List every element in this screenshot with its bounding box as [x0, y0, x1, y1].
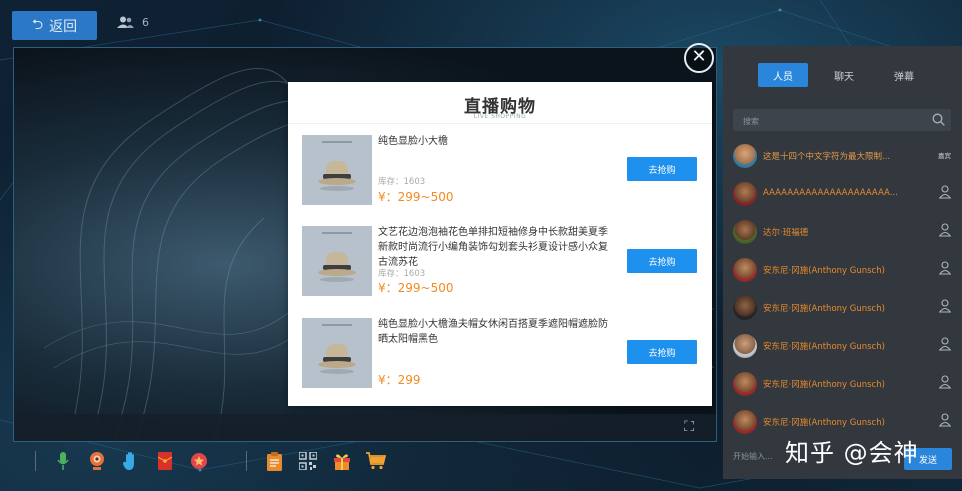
- side-panel: 人员 聊天 弹幕 这是十四个中文字符为最大限制... 嘉宾 AAAAAAAAAA…: [723, 46, 962, 479]
- product-thumbnail[interactable]: [302, 226, 372, 296]
- avatar: [733, 296, 757, 320]
- product-price: ¥：299: [378, 373, 421, 387]
- product-name: 文艺花边泡泡袖花色单排扣短袖修身中长款甜美夏季新款时尚流行小编角装饰勾划套头衫夏…: [378, 227, 608, 268]
- red-envelope-icon[interactable]: [148, 446, 182, 476]
- search-icon[interactable]: [932, 113, 945, 126]
- user-list-item[interactable]: 安东尼·冈施(Anthony Gunsch): [733, 369, 955, 399]
- user-profile-icon[interactable]: [939, 375, 951, 389]
- bottom-toolbar: [13, 444, 717, 478]
- user-profile-icon[interactable]: [939, 337, 951, 351]
- raise-hand-icon[interactable]: [114, 446, 148, 476]
- modal-subtitle: LIVE SHOPPING: [473, 113, 527, 120]
- search-box: [733, 109, 951, 133]
- cart-icon[interactable]: [359, 446, 393, 476]
- avatar: [733, 334, 757, 358]
- watermark: 知乎 @会神: [785, 439, 919, 467]
- clipboard-icon[interactable]: [257, 446, 291, 476]
- guest-badge: 嘉宾: [938, 152, 951, 160]
- qrcode-icon[interactable]: [291, 446, 325, 476]
- user-name: 这是十四个中文字符为最大限制...: [763, 152, 891, 162]
- user-list-item[interactable]: 安东尼·冈施(Anthony Gunsch): [733, 255, 955, 285]
- product-item: 纯色显脸小大檐 库存：1603 ¥：299~500 去抢购: [302, 135, 698, 205]
- tab-people[interactable]: 人员: [758, 63, 808, 87]
- avatar: [733, 144, 757, 168]
- people-icon: [117, 16, 134, 28]
- microphone-icon[interactable]: [46, 446, 80, 476]
- fullscreen-icon[interactable]: ⛶: [684, 419, 694, 435]
- viewer-count-value: 6: [142, 16, 149, 29]
- modal-divider: [288, 123, 712, 124]
- buy-button[interactable]: 去抢购: [627, 157, 697, 181]
- toolbar-divider: [35, 451, 36, 471]
- user-profile-icon[interactable]: [939, 413, 951, 427]
- product-stock: 库存：1603: [378, 177, 426, 187]
- avatar: [733, 258, 757, 282]
- reward-icon[interactable]: [182, 446, 216, 476]
- user-list-item[interactable]: 安东尼·冈施(Anthony Gunsch): [733, 331, 955, 361]
- return-arrow-icon: ⮌: [31, 16, 44, 33]
- product-name: 纯色显脸小大檐渔夫帽女休闲百搭夏季遮阳帽遮脸防晒太阳帽黑色: [378, 319, 608, 345]
- product-name: 纯色显脸小大檐: [378, 136, 448, 147]
- close-icon[interactable]: ✕: [684, 43, 714, 73]
- product-price: ¥：299~500: [378, 190, 454, 204]
- webcam-icon[interactable]: [80, 446, 114, 476]
- user-profile-icon[interactable]: [939, 261, 951, 275]
- user-list-item[interactable]: 达尔·班福德: [733, 217, 955, 247]
- avatar: [733, 182, 757, 206]
- user-name: 安东尼·冈施(Anthony Gunsch): [763, 266, 885, 276]
- product-item: 文艺花边泡泡袖花色单排扣短袖修身中长款甜美夏季新款时尚流行小编角装饰勾划套头衫夏…: [302, 226, 698, 296]
- gift-icon[interactable]: [325, 446, 359, 476]
- user-list-item[interactable]: AAAAAAAAAAAAAAAAAAAAA...: [733, 179, 955, 209]
- buy-button[interactable]: 去抢购: [627, 249, 697, 273]
- user-name: 安东尼·冈施(Anthony Gunsch): [763, 418, 885, 428]
- back-button-label: 返回: [49, 18, 78, 35]
- avatar: [733, 220, 757, 244]
- toolbar-divider: [246, 451, 247, 471]
- user-name: AAAAAAAAAAAAAAAAAAAAA...: [763, 188, 898, 198]
- user-list-item[interactable]: 安东尼·冈施(Anthony Gunsch): [733, 293, 955, 323]
- avatar: [733, 372, 757, 396]
- product-price: ¥：299~500: [378, 281, 454, 295]
- user-list-item[interactable]: 这是十四个中文字符为最大限制... 嘉宾: [733, 141, 955, 171]
- product-thumbnail[interactable]: [302, 135, 372, 205]
- live-shopping-modal: 直播购物 LIVE SHOPPING 纯色显脸小大檐 库存：1603 ¥：299…: [288, 82, 712, 406]
- product-item: 纯色显脸小大檐渔夫帽女休闲百搭夏季遮阳帽遮脸防晒太阳帽黑色 ¥：299 去抢购: [302, 318, 698, 388]
- user-name: 安东尼·冈施(Anthony Gunsch): [763, 304, 885, 314]
- video-control-strip: [14, 414, 716, 441]
- product-thumbnail[interactable]: [302, 318, 372, 388]
- tab-danmaku[interactable]: 弹幕: [879, 63, 929, 87]
- user-profile-icon[interactable]: [939, 185, 951, 199]
- back-button[interactable]: ⮌ 返回: [12, 11, 97, 40]
- product-stock: 库存：1603: [378, 269, 426, 279]
- tab-chat[interactable]: 聊天: [819, 63, 869, 87]
- viewer-count: 6: [117, 16, 149, 29]
- user-profile-icon[interactable]: [939, 223, 951, 237]
- buy-button[interactable]: 去抢购: [627, 340, 697, 364]
- user-profile-icon[interactable]: [939, 299, 951, 313]
- user-name: 达尔·班福德: [763, 228, 809, 238]
- avatar: [733, 410, 757, 434]
- user-name: 安东尼·冈施(Anthony Gunsch): [763, 380, 885, 390]
- search-input[interactable]: [741, 109, 925, 133]
- user-name: 安东尼·冈施(Anthony Gunsch): [763, 342, 885, 352]
